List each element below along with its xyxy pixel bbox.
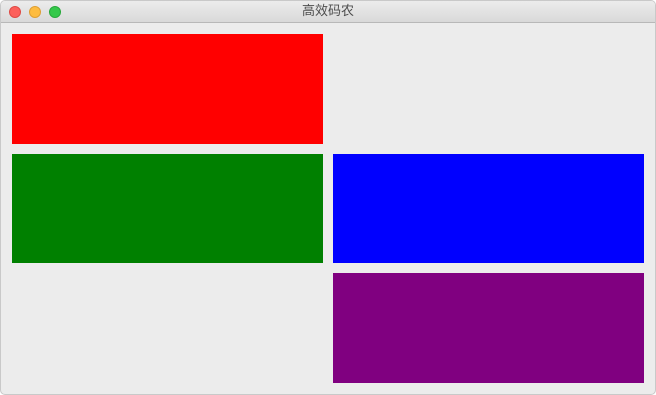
app-window: 高效码农 — [0, 0, 656, 395]
green-block — [12, 154, 323, 263]
blue-block — [333, 154, 644, 263]
red-block — [12, 34, 323, 144]
purple-block — [333, 273, 644, 383]
window-title: 高效码农 — [301, 4, 354, 19]
title-bar[interactable]: 高效码农 — [1, 1, 655, 23]
